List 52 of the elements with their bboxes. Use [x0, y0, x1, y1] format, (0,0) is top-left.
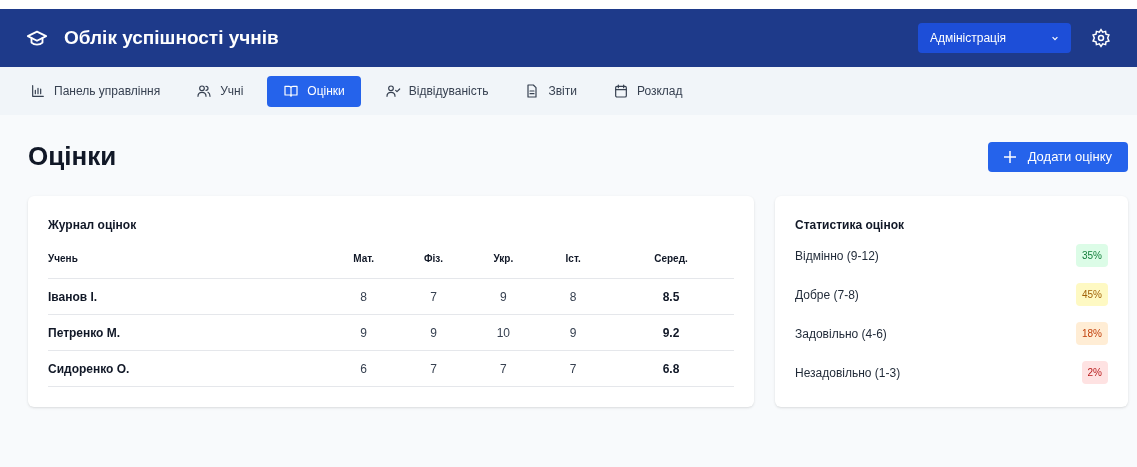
percent-badge: 35% — [1076, 244, 1108, 267]
column-header: Фіз. — [398, 251, 469, 279]
stat-label: Добре (7-8) — [795, 286, 859, 304]
stat-label: Незадовільно (1-3) — [795, 364, 901, 382]
table-cell: 6.8 — [607, 350, 734, 387]
app-title: Облік успішності учнів — [64, 25, 279, 50]
table-cell: 8 — [538, 278, 608, 315]
nav-tab[interactable]: Розклад — [600, 75, 695, 107]
users-icon — [196, 83, 213, 99]
table-cell: 9 — [468, 278, 539, 315]
stat-label: Задовільно (4-6) — [795, 325, 887, 343]
book-icon — [283, 83, 300, 99]
plus-icon — [1003, 150, 1016, 163]
percent-badge: 45% — [1076, 283, 1108, 306]
nav-tab[interactable]: Оцінки — [267, 75, 361, 107]
table-cell: 7 — [468, 350, 539, 387]
table-cell: 9 — [398, 314, 469, 351]
table-cell: Петренко М. — [48, 314, 329, 351]
table-cell: 7 — [538, 350, 608, 387]
card-title: Журнал оцінок — [48, 217, 138, 234]
table-cell: 6 — [328, 350, 399, 387]
table-cell: 7 — [398, 350, 469, 387]
table-cell: Сидоренко О. — [48, 350, 329, 387]
card-title: Статистика оцінок — [795, 217, 906, 234]
table-cell: 9.2 — [607, 314, 734, 351]
nav-tab[interactable]: Звіти — [512, 75, 589, 107]
percent-badge: 2% — [1081, 361, 1108, 384]
table-cell: 7 — [398, 278, 469, 315]
column-header: Мат. — [328, 251, 399, 279]
chevron-down-icon — [1051, 34, 1059, 42]
column-header: Серед. — [607, 251, 734, 279]
settings-icon[interactable] — [1091, 28, 1111, 48]
nav-tab[interactable]: Відвідуваність — [372, 75, 501, 107]
user-check-icon — [384, 83, 401, 99]
stat-label: Відмінно (9-12) — [795, 247, 879, 265]
column-header: Укр. — [468, 251, 539, 279]
page-title: Оцінки — [28, 140, 117, 173]
nav-tab[interactable]: Учні — [184, 75, 256, 107]
nav-tab[interactable]: Панель управління — [18, 75, 173, 107]
table-cell: 9 — [538, 314, 608, 351]
add-grade-button[interactable]: Додати оцінку — [987, 141, 1128, 172]
role-select[interactable]: Адміністрація — [918, 23, 1071, 53]
column-header: Учень — [48, 251, 329, 279]
table-cell: 8.5 — [607, 278, 734, 315]
table-cell: Іванов І. — [48, 278, 329, 315]
table-cell: 8 — [328, 278, 399, 315]
table-cell: 9 — [328, 314, 399, 351]
calendar-icon — [612, 83, 629, 99]
column-header: Іст. — [538, 251, 608, 279]
percent-badge: 18% — [1076, 322, 1108, 345]
table-cell: 10 — [468, 314, 539, 351]
bar-chart-icon — [30, 83, 46, 99]
